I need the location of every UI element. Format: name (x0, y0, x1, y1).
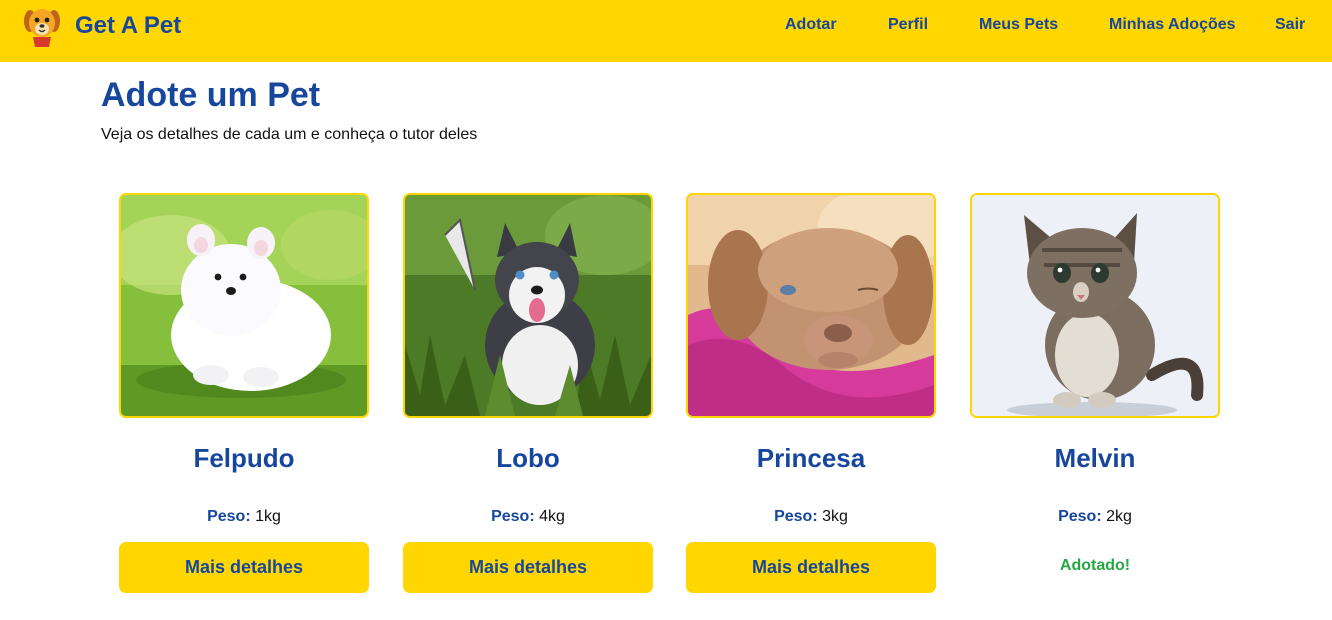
pet-photo[interactable] (403, 193, 653, 418)
pet-name: Princesa (756, 443, 866, 473)
pet-photo[interactable] (119, 193, 369, 418)
husky-puppy-image (405, 195, 651, 416)
pet-weight-label: Peso: (491, 508, 535, 525)
more-details-button[interactable]: Mais detalhes (119, 542, 369, 593)
pomeranian-puppy-image (121, 195, 367, 416)
pet-weight-label: Peso: (207, 508, 251, 525)
pet-weight: Peso: 1kg (119, 508, 369, 526)
nav-link-sair[interactable]: Sair (1275, 16, 1305, 34)
pet-name: Melvin (1054, 443, 1136, 473)
pet-weight-value: 2kg (1106, 508, 1132, 525)
brand-home-link[interactable]: Get A Pet (22, 4, 181, 48)
pet-weight-label: Peso: (774, 508, 818, 525)
more-details-button[interactable]: Mais detalhes (403, 542, 653, 593)
more-details-button[interactable]: Mais detalhes (686, 542, 936, 593)
pet-card-princesa: Princesa Peso: 3kg Mais detalhes (686, 193, 936, 593)
pet-card-melvin: Melvin Peso: 2kg Adotado! (970, 193, 1220, 593)
page-subtitle: Veja os detalhes de cada um e conheça o … (101, 126, 478, 143)
navbar: Get A Pet Adotar Perfil Meus Pets Minhas… (0, 0, 1332, 62)
pet-card-lobo: Lobo Peso: 4kg Mais detalhes (403, 193, 653, 593)
nav-link-adotar[interactable]: Adotar (785, 16, 837, 34)
pet-card-felpudo: Felpudo Peso: 1kg Mais detalhes (119, 193, 369, 593)
tabby-kitten-image (972, 195, 1218, 416)
pet-weight: Peso: 2kg (970, 508, 1220, 526)
pet-name: Felpudo (193, 443, 295, 473)
nav-link-perfil[interactable]: Perfil (888, 16, 928, 34)
nav-link-meus-pets[interactable]: Meus Pets (979, 16, 1058, 34)
pet-weight: Peso: 3kg (686, 508, 936, 526)
brand-name: Get A Pet (75, 12, 182, 39)
pet-weight-label: Peso: (1058, 508, 1102, 525)
page-title: Adote um Pet (101, 76, 321, 114)
brown-puppy-image (688, 195, 934, 416)
pet-weight: Peso: 4kg (403, 508, 653, 526)
pet-name: Lobo (496, 443, 560, 473)
pet-photo[interactable] (686, 193, 936, 418)
pet-weight-value: 3kg (822, 508, 848, 525)
pet-photo[interactable] (970, 193, 1220, 418)
dog-face-icon (24, 9, 60, 47)
pet-weight-value: 1kg (255, 508, 281, 525)
nav-link-minhas-adocoes[interactable]: Minhas Adoções (1109, 16, 1236, 34)
adopted-status: Adotado! (1059, 557, 1131, 574)
pet-weight-value: 4kg (539, 508, 565, 525)
